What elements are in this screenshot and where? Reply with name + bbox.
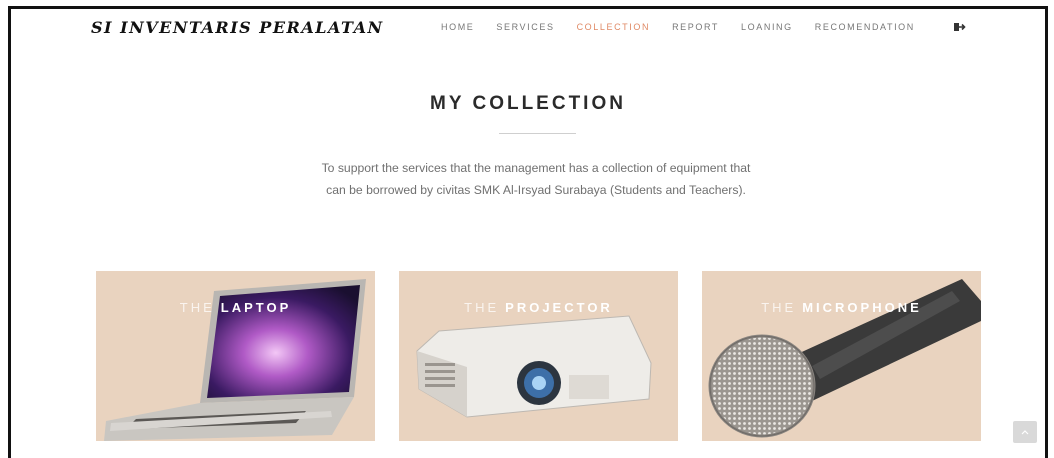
card-prefix: THE [464,300,500,315]
nav-recomendation[interactable]: RECOMENDATION [815,22,915,32]
collection-card-laptop[interactable]: THE LAPTOP [96,271,375,441]
collection-card-microphone[interactable]: THE MICROPHONE [702,271,981,441]
projector-image [416,315,652,418]
nav-collection[interactable]: COLLECTION [577,22,651,32]
collection-card-projector[interactable]: THE PROJECTOR [399,271,678,441]
site-brand[interactable]: SI INVENTARIS PERALATAN [91,18,384,37]
browser-viewport: SI INVENTARIS PERALATAN HOME SERVICES CO… [8,6,1048,458]
nav-home[interactable]: HOME [441,22,474,32]
laptop-image [104,279,366,441]
nav-loaning[interactable]: LOANING [741,22,793,32]
microphone-image [708,279,981,438]
nav-services[interactable]: SERVICES [496,22,554,32]
card-prefix: THE [179,300,215,315]
nav-report[interactable]: REPORT [672,22,719,32]
card-label-laptop: THE LAPTOP [96,300,375,315]
card-name: PROJECTOR [505,300,613,315]
card-name: LAPTOP [220,300,292,315]
card-label-microphone: THE MICROPHONE [702,300,981,315]
main-menu: HOME SERVICES COLLECTION REPORT LOANING … [441,22,937,32]
card-label-projector: THE PROJECTOR [399,300,678,315]
card-prefix: THE [761,300,797,315]
scroll-to-top-button[interactable] [1013,421,1037,443]
section-title: MY COLLECTION [430,93,626,114]
section-description: To support the services that the managem… [321,161,751,197]
chevron-up-icon [1021,430,1029,435]
card-name: MICROPHONE [802,300,922,315]
title-divider [499,133,576,134]
sign-out-icon[interactable] [954,22,966,32]
top-navbar: SI INVENTARIS PERALATAN HOME SERVICES CO… [11,9,1045,49]
